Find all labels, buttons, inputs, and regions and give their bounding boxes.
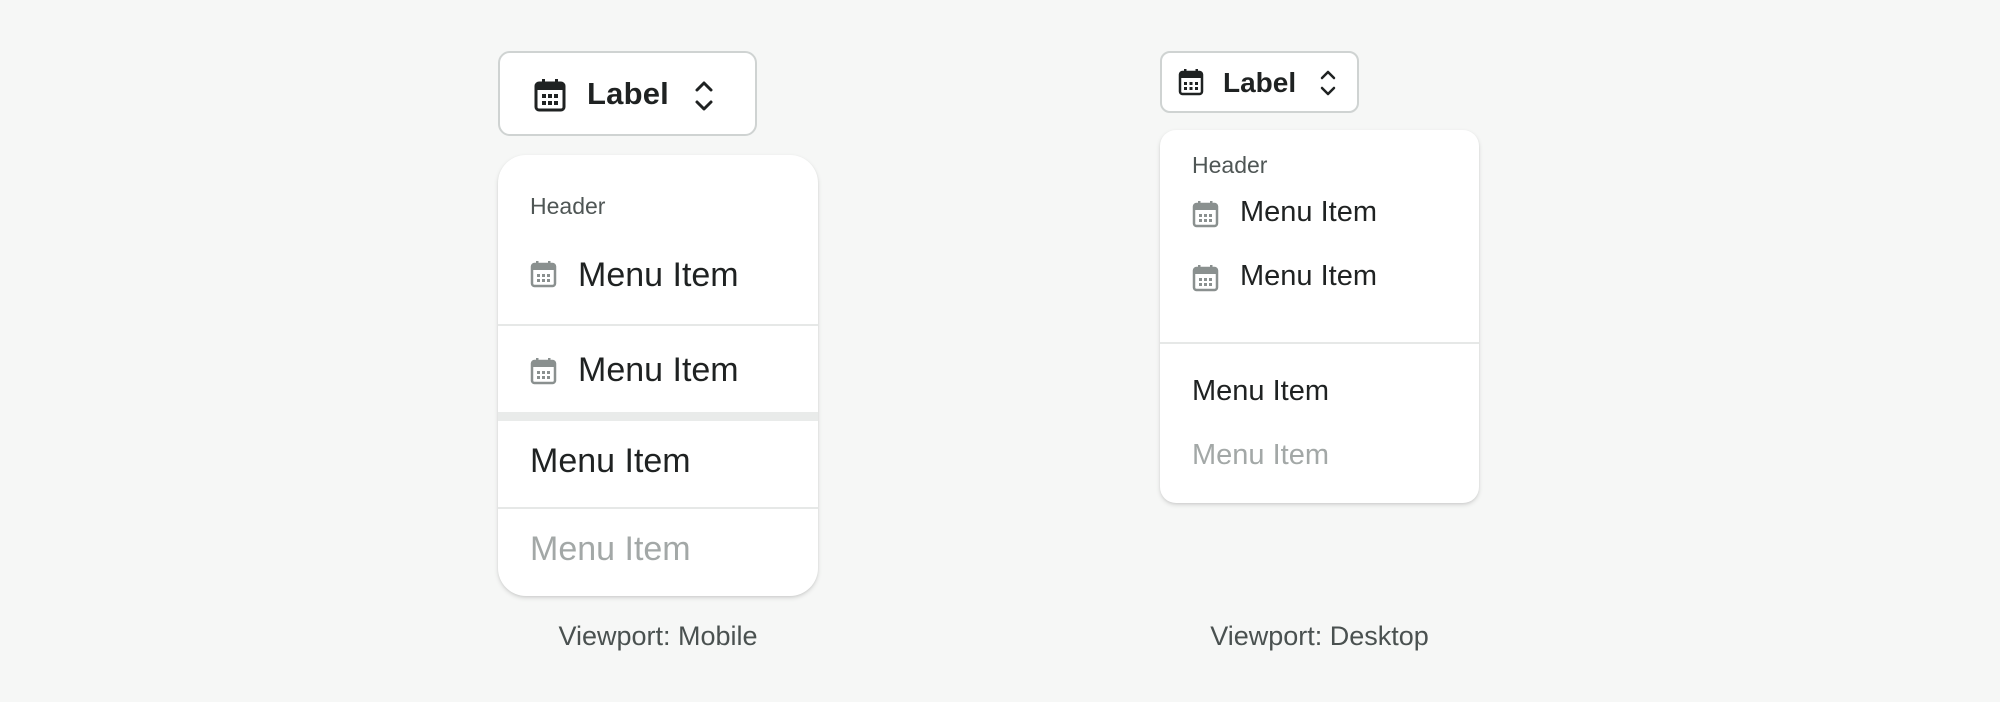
calendar-icon <box>530 260 557 288</box>
select-trigger-label: Label <box>587 76 669 111</box>
menu-item-label: Menu Item <box>1192 375 1329 407</box>
select-trigger-label: Label <box>1223 67 1297 98</box>
viewport-caption-desktop: Viewport: Desktop <box>1210 621 1429 651</box>
menu-item-disabled: Menu Item <box>498 509 818 596</box>
menu-item-label: Menu Item <box>578 256 739 294</box>
desktop-select-trigger[interactable]: Label <box>1160 51 1359 113</box>
menu-item-label: Menu Item <box>530 530 691 568</box>
calendar-icon <box>534 78 566 112</box>
menu-item-label: Menu Item <box>578 351 739 389</box>
menu-item[interactable]: Menu Item <box>1160 244 1479 308</box>
calendar-icon <box>530 357 557 385</box>
menu-item-label: Menu Item <box>1192 439 1329 471</box>
mobile-dropdown-menu: Header Menu Item Menu Item Menu Item Men… <box>498 155 818 596</box>
menu-item-label: Menu Item <box>1240 196 1377 228</box>
menu-item-label: Menu Item <box>530 442 691 480</box>
menu-header: Header <box>530 193 606 219</box>
menu-header: Header <box>1192 152 1268 178</box>
chevron-up-down-icon <box>693 79 715 113</box>
menu-group-divider <box>1160 342 1479 344</box>
menu-item[interactable]: Menu Item <box>498 229 818 317</box>
viewport-caption-mobile: Viewport: Mobile <box>558 621 758 651</box>
menu-item-disabled: Menu Item <box>1160 423 1479 487</box>
menu-item[interactable]: Menu Item <box>498 326 818 414</box>
desktop-dropdown-menu: Header Menu Item Menu Item Menu Item Men… <box>1160 130 1479 503</box>
menu-item[interactable]: Menu Item <box>1160 180 1479 244</box>
menu-group-divider <box>498 412 818 421</box>
calendar-icon <box>1192 200 1219 228</box>
chevron-up-down-icon <box>1319 69 1337 97</box>
menu-item[interactable]: Menu Item <box>498 421 818 509</box>
mobile-select-trigger[interactable]: Label <box>498 51 757 136</box>
calendar-icon <box>1192 264 1219 292</box>
calendar-icon <box>1178 68 1204 96</box>
menu-item-label: Menu Item <box>1240 260 1377 292</box>
menu-item[interactable]: Menu Item <box>1160 359 1479 423</box>
